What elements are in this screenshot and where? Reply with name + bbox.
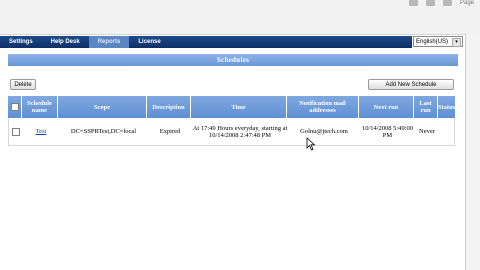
scope-cell: DC=SSPRTest,DC=local bbox=[70, 128, 137, 135]
time-cell: At 17:49 Hours everyday, starting at 10/… bbox=[192, 124, 288, 139]
last-run-cell: Never bbox=[419, 128, 435, 135]
description-cell: Expired bbox=[159, 128, 181, 135]
page-scrollbar[interactable] bbox=[465, 34, 480, 270]
row-select-cell bbox=[9, 118, 23, 145]
tab-license[interactable]: License bbox=[129, 36, 169, 48]
tab-settings[interactable]: Settings bbox=[0, 36, 42, 48]
add-schedule-button[interactable]: Add New Schedule bbox=[368, 79, 454, 90]
tab-help-desk[interactable]: Help Desk bbox=[42, 36, 89, 48]
schedule-name-cell: Test bbox=[23, 118, 59, 145]
status-cell bbox=[439, 118, 456, 145]
page-menu-label[interactable]: Page bbox=[460, 0, 474, 8]
browser-toolbar: Page bbox=[0, 0, 480, 35]
main-nav: Settings Help Desk Reports License bbox=[0, 36, 412, 48]
print-icon[interactable] bbox=[442, 0, 452, 6]
column-header-last-run[interactable]: Last run bbox=[414, 96, 438, 118]
feed-icon[interactable] bbox=[425, 0, 435, 6]
table-header: Schedule name Scope Description Time Not… bbox=[8, 96, 455, 118]
language-select[interactable]: English(US) ▾ bbox=[413, 36, 463, 47]
mouse-cursor-icon bbox=[306, 137, 316, 151]
tab-reports[interactable]: Reports bbox=[88, 36, 130, 48]
delete-button[interactable]: Delete bbox=[10, 79, 36, 90]
select-all-cell bbox=[8, 96, 22, 118]
row-checkbox[interactable] bbox=[12, 127, 20, 136]
column-header-time[interactable]: Time bbox=[191, 96, 287, 118]
notification-cell: Golnu@jtech.com bbox=[300, 128, 348, 135]
panel-title: Schedules bbox=[8, 54, 458, 66]
column-header-next-run[interactable]: Next run bbox=[359, 96, 414, 118]
table-row: Test DC=SSPRTest,DC=local Expired At 17:… bbox=[8, 118, 455, 146]
home-icon[interactable] bbox=[408, 0, 418, 6]
language-select-value: English(US) bbox=[416, 39, 449, 45]
select-all-checkbox[interactable] bbox=[10, 103, 19, 111]
column-header-notification[interactable]: Notification mail addresses bbox=[287, 96, 359, 118]
chevron-down-icon: ▾ bbox=[452, 38, 461, 47]
column-header-status[interactable]: Status bbox=[438, 96, 455, 118]
column-header-scope[interactable]: Scope bbox=[58, 96, 147, 118]
next-run-cell: 10/14/2008 5:49:00 PM bbox=[361, 124, 414, 139]
toolbar-icons: Page bbox=[408, 0, 474, 8]
column-header-name[interactable]: Schedule name bbox=[22, 96, 58, 118]
schedule-name-link[interactable]: Test bbox=[36, 128, 47, 135]
column-header-description[interactable]: Description bbox=[147, 96, 191, 118]
